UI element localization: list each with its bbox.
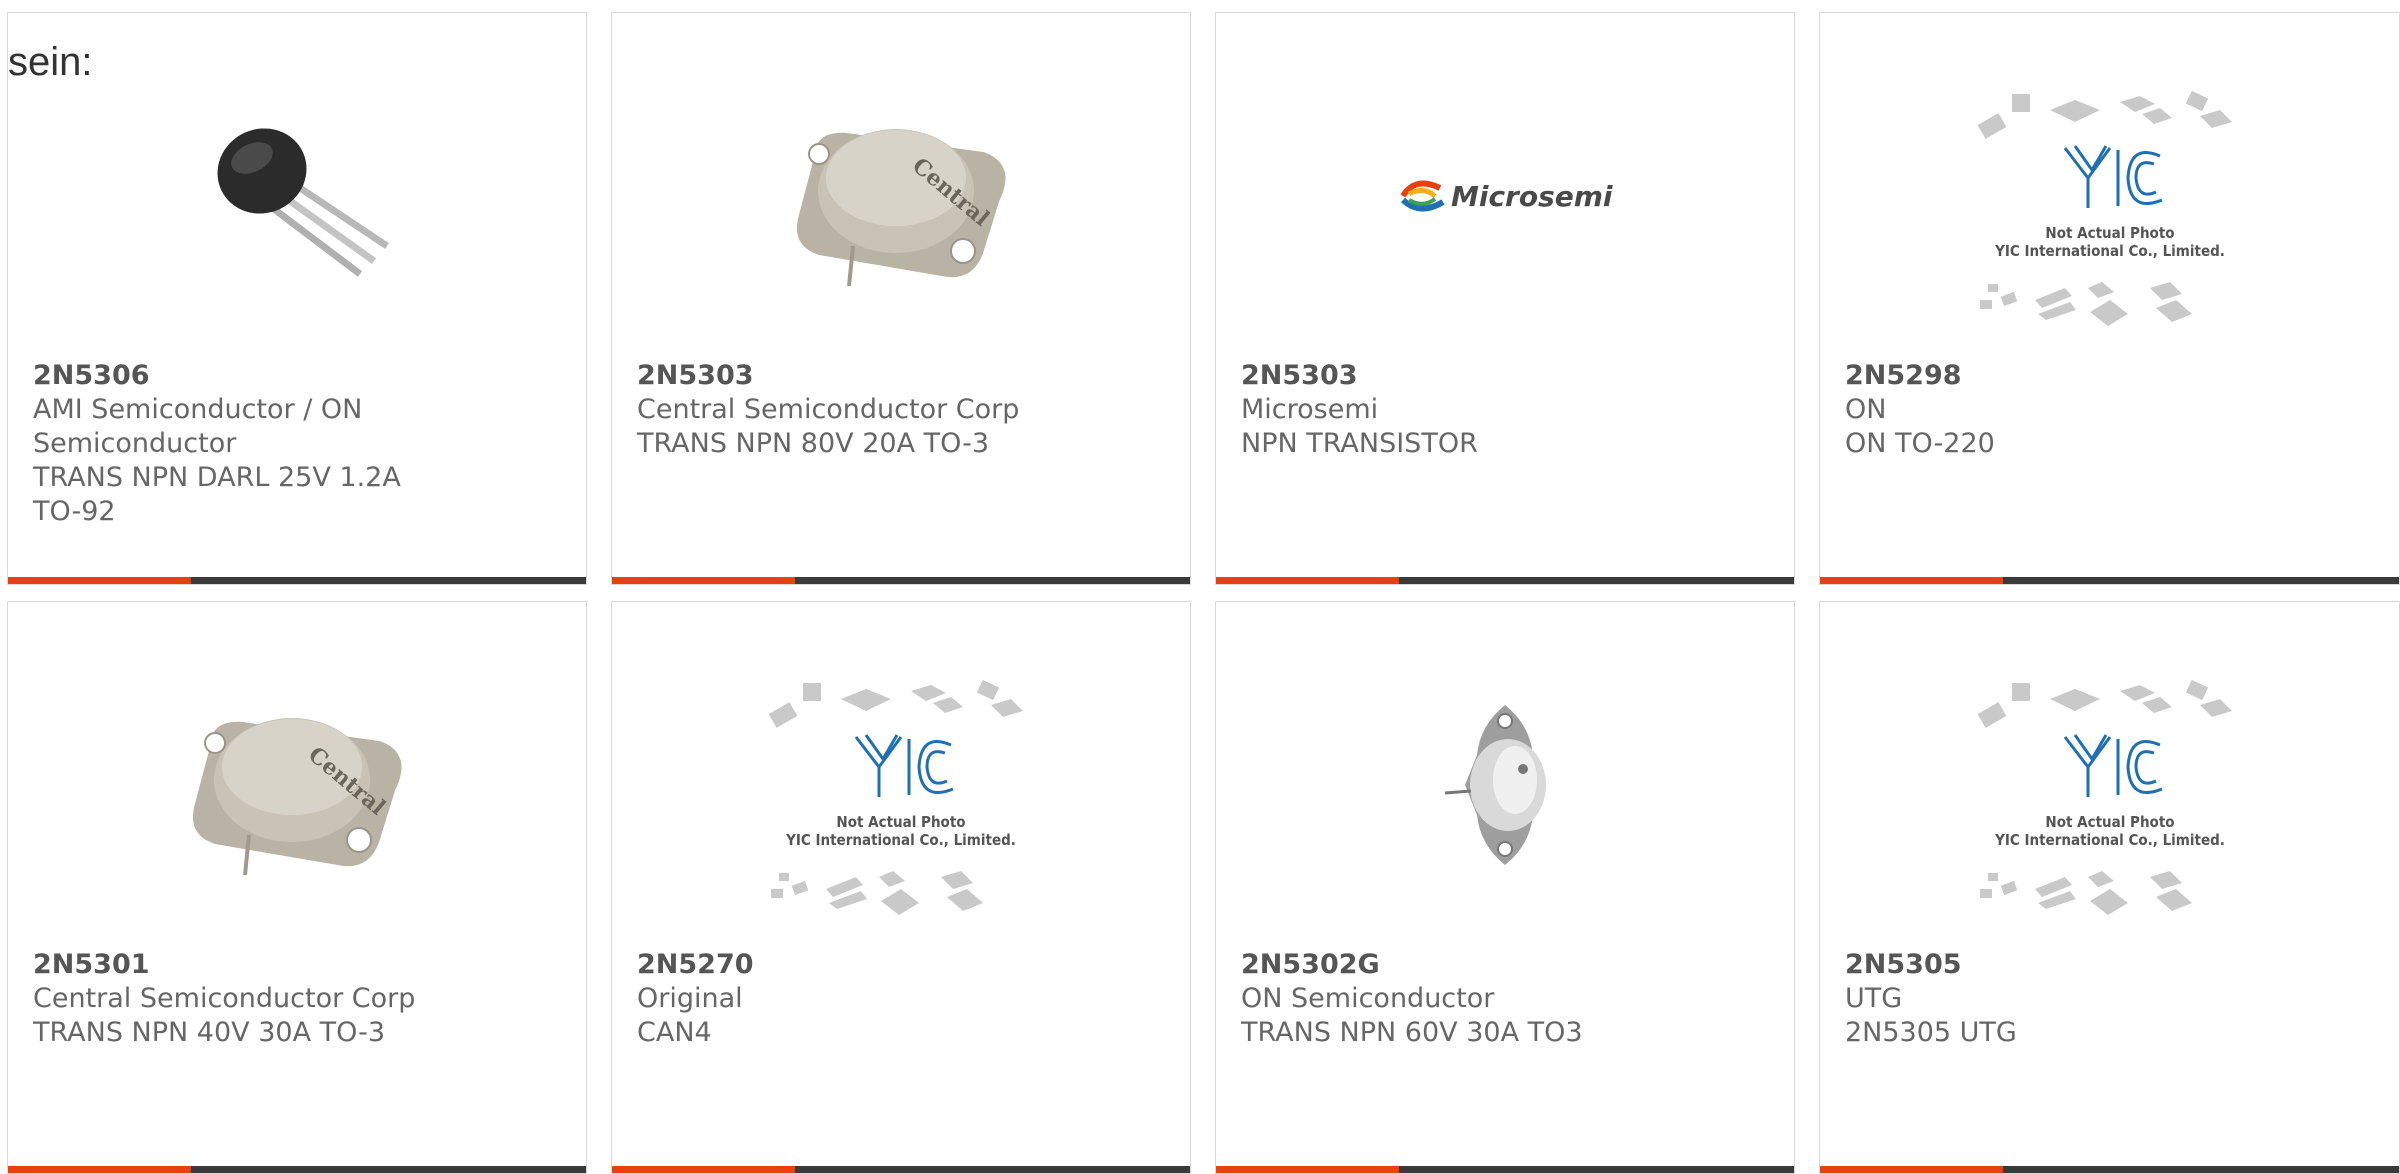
product-card[interactable]: Microsemi 2N5303 Microsemi NPN TRANSISTO… xyxy=(1215,12,1795,585)
description: TRANS NPN DARL 25V 1.2A TO-92 xyxy=(33,462,401,527)
description: ON TO-220 xyxy=(1845,428,1995,459)
part-number[interactable]: 2N5306 xyxy=(33,359,453,393)
product-image-to3[interactable]: Central xyxy=(167,672,427,897)
card-bottom-bar xyxy=(8,1166,586,1173)
product-card[interactable]: Not Actual Photo YIC International Co., … xyxy=(611,601,1191,1174)
product-grid: 2N5306 AMI Semiconductor / ON Semiconduc… xyxy=(0,0,2400,1174)
card-accent-bar xyxy=(612,1166,795,1173)
manufacturer: Original xyxy=(637,983,743,1014)
part-number[interactable]: 2N5302G xyxy=(1241,948,1661,982)
manufacturer: AMI Semiconductor / ON Semiconductor xyxy=(33,394,363,459)
card-accent-bar xyxy=(1216,577,1399,584)
product-info: 2N5270 Original CAN4 xyxy=(637,948,1057,1050)
product-card[interactable]: Central 2N5303 Central Semiconductor Cor… xyxy=(611,12,1191,585)
product-info: 2N5303 Microsemi NPN TRANSISTOR xyxy=(1241,359,1661,461)
card-bottom-bar xyxy=(1216,1166,1794,1173)
part-number[interactable]: 2N5298 xyxy=(1845,359,2265,393)
card-bottom-bar xyxy=(612,1166,1190,1173)
card-accent-bar xyxy=(8,577,191,584)
svg-text:Not Actual Photo: Not Actual Photo xyxy=(2045,813,2174,831)
description: 2N5305 UTG xyxy=(1845,1017,2017,1048)
product-card[interactable]: Not Actual Photo YIC International Co., … xyxy=(1819,12,2400,585)
svg-text:Not Actual Photo: Not Actual Photo xyxy=(836,813,965,831)
product-info: 2N5303 Central Semiconductor Corp TRANS … xyxy=(637,359,1057,461)
lead-text: sein: xyxy=(8,40,93,84)
manufacturer: ON Semiconductor xyxy=(1241,983,1495,1014)
product-info: 2N5306 AMI Semiconductor / ON Semiconduc… xyxy=(33,359,453,529)
manufacturer: Central Semiconductor Corp xyxy=(33,983,416,1014)
product-card[interactable]: Not Actual Photo YIC International Co., … xyxy=(1819,601,2400,1174)
svg-text:YIC International Co., Limited: YIC International Co., Limited. xyxy=(785,831,1016,849)
manufacturer: ON xyxy=(1845,394,1887,425)
product-card[interactable]: 2N5302G ON Semiconductor TRANS NPN 60V 3… xyxy=(1215,601,1795,1174)
part-number[interactable]: 2N5301 xyxy=(33,948,453,982)
description: TRANS NPN 40V 30A TO-3 xyxy=(33,1017,386,1048)
description: TRANS NPN 80V 20A TO-3 xyxy=(637,428,990,459)
card-bottom-bar xyxy=(1820,1166,2399,1173)
card-accent-bar xyxy=(1216,1166,1399,1173)
product-info: 2N5301 Central Semiconductor Corp TRANS … xyxy=(33,948,453,1050)
manufacturer: Central Semiconductor Corp xyxy=(637,394,1020,425)
card-bottom-bar xyxy=(1820,577,2399,584)
microsemi-logo[interactable]: Microsemi xyxy=(1375,83,1635,308)
product-card[interactable]: 2N5306 AMI Semiconductor / ON Semiconduc… xyxy=(7,12,587,585)
product-info: 2N5298 ON ON TO-220 xyxy=(1845,359,2265,461)
part-number[interactable]: 2N5270 xyxy=(637,948,1057,982)
part-number[interactable]: 2N5305 xyxy=(1845,948,2265,982)
card-accent-bar xyxy=(8,1166,191,1173)
description: NPN TRANSISTOR xyxy=(1241,428,1478,459)
card-bottom-bar xyxy=(1216,577,1794,584)
product-image-to3[interactable]: Central xyxy=(771,83,1031,308)
product-info: 2N5305 UTG 2N5305 UTG xyxy=(1845,948,2265,1050)
placeholder-image-yic[interactable]: Not Actual Photo YIC International Co., … xyxy=(1970,677,2250,927)
description: CAN4 xyxy=(637,1017,712,1048)
card-bottom-bar xyxy=(612,577,1190,584)
manufacturer: Microsemi xyxy=(1241,394,1379,425)
part-number[interactable]: 2N5303 xyxy=(637,359,1057,393)
product-image-to92[interactable] xyxy=(167,83,427,308)
svg-text:YIC International Co., Limited: YIC International Co., Limited. xyxy=(1994,831,2225,849)
product-image-to3-on[interactable] xyxy=(1375,672,1635,897)
description: TRANS NPN 60V 30A TO3 xyxy=(1241,1017,1583,1048)
svg-text:Not Actual Photo: Not Actual Photo xyxy=(2045,224,2174,242)
card-accent-bar xyxy=(612,577,795,584)
placeholder-image-yic[interactable]: Not Actual Photo YIC International Co., … xyxy=(761,677,1041,927)
microsemi-logo-text: Microsemi xyxy=(1451,180,1613,213)
card-bottom-bar xyxy=(8,577,586,584)
product-card[interactable]: Central 2N5301 Central Semiconductor Cor… xyxy=(7,601,587,1174)
svg-text:YIC International Co., Limited: YIC International Co., Limited. xyxy=(1994,242,2225,260)
manufacturer: UTG xyxy=(1845,983,1903,1014)
placeholder-image-yic[interactable]: Not Actual Photo YIC International Co., … xyxy=(1970,88,2250,338)
part-number[interactable]: 2N5303 xyxy=(1241,359,1661,393)
card-accent-bar xyxy=(1820,1166,2003,1173)
card-accent-bar xyxy=(1820,577,2003,584)
product-info: 2N5302G ON Semiconductor TRANS NPN 60V 3… xyxy=(1241,948,1661,1050)
